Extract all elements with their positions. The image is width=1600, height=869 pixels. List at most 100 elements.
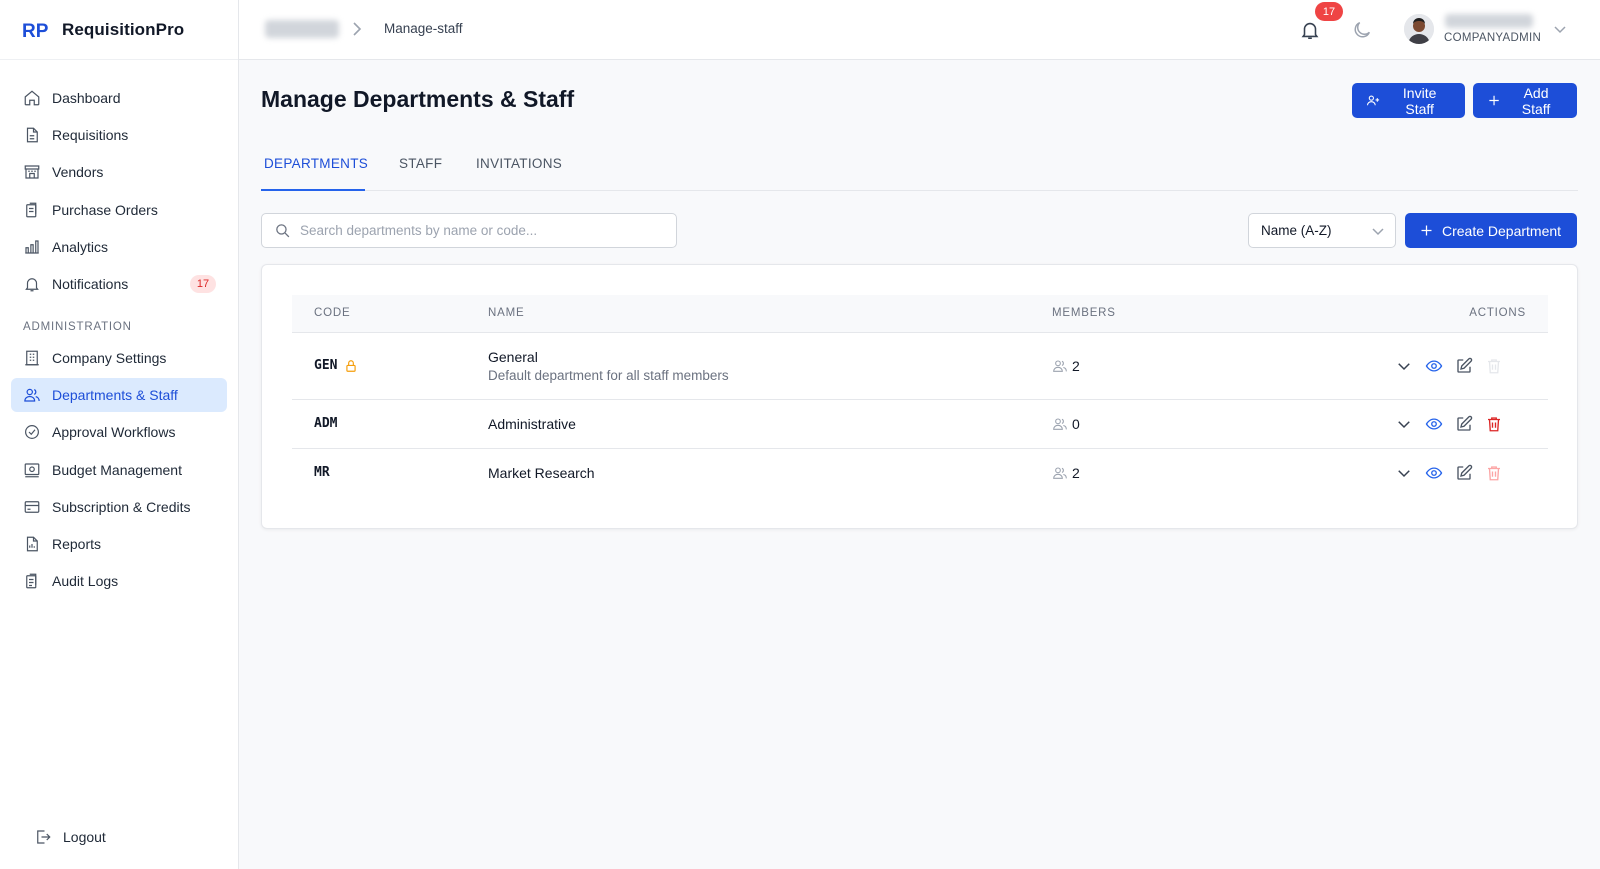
brand[interactable]: RP RequisitionPro — [0, 0, 238, 60]
sidebar-item-label: Dashboard — [52, 90, 121, 106]
sidebar-item-label: Audit Logs — [52, 573, 119, 590]
sidebar-item-label: Vendors — [52, 164, 104, 181]
edit-icon[interactable] — [1455, 357, 1473, 375]
add-staff-label: Add Staff — [1521, 84, 1551, 117]
sidebar-item-label: Reports — [52, 535, 102, 552]
building-icon — [23, 349, 41, 367]
expand-chevron-down-icon[interactable] — [1395, 464, 1413, 482]
delete-trash-icon[interactable] — [1485, 357, 1503, 375]
create-department-button[interactable]: Create Department — [1405, 213, 1577, 248]
search-field[interactable] — [261, 213, 677, 248]
credit-card-icon — [23, 498, 41, 516]
logout-button[interactable]: Logout — [22, 820, 106, 854]
topbar: Manage-staff 17 COMPANYADMIN — [239, 0, 1600, 60]
workflow-icon — [23, 423, 41, 441]
moon-icon[interactable] — [1351, 19, 1373, 41]
sidebar-item-approval-workflows[interactable]: Approval Workflows — [11, 415, 227, 449]
breadcrumb-parent-redacted[interactable] — [265, 20, 339, 38]
sidebar-item-analytics[interactable]: Analytics — [11, 230, 227, 264]
delete-trash-icon[interactable] — [1485, 464, 1503, 482]
users-icon — [23, 386, 41, 404]
bell-icon — [23, 275, 41, 293]
sidebar-item-reports[interactable]: Reports — [11, 527, 227, 561]
administration-section-label: ADMINISTRATION — [23, 320, 132, 333]
invite-staff-button[interactable]: Invite Staff — [1352, 83, 1465, 118]
expand-chevron-down-icon[interactable] — [1395, 357, 1413, 375]
users-icon — [1052, 416, 1068, 432]
notification-count-badge: 17 — [1315, 2, 1343, 21]
chevron-down-icon[interactable] — [1553, 22, 1567, 36]
tab-staff[interactable]: STAFF — [399, 156, 442, 171]
view-eye-icon[interactable] — [1425, 357, 1443, 375]
document-icon — [23, 126, 41, 144]
notifications-bell-icon[interactable] — [1299, 19, 1321, 41]
sidebar-item-subscription-credits[interactable]: Subscription & Credits — [11, 490, 227, 524]
app-name: RequisitionPro — [62, 19, 185, 39]
sidebar-item-vendors[interactable]: Vendors — [11, 155, 227, 189]
users-icon — [1052, 465, 1068, 481]
department-code: ADM — [314, 416, 338, 431]
column-header-name: NAME — [488, 307, 525, 319]
main-nav: Dashboard Requisitions Vendors Purchase … — [0, 60, 238, 598]
tab-bar: DEPARTMENTS STAFF INVITATIONS — [261, 140, 1578, 191]
table-row: MR Market Research 2 — [292, 449, 1548, 498]
sidebar-item-label: Budget Management — [52, 461, 182, 478]
department-code: MR — [314, 465, 330, 480]
members-count: 2 — [1072, 358, 1080, 374]
delete-trash-icon[interactable] — [1485, 415, 1503, 433]
search-icon — [274, 222, 291, 239]
edit-icon[interactable] — [1455, 415, 1473, 433]
department-members: 2 — [1052, 465, 1080, 481]
view-eye-icon[interactable] — [1425, 464, 1443, 482]
tab-departments[interactable]: DEPARTMENTS — [264, 156, 368, 171]
sort-select[interactable]: Name (A-Z) — [1248, 213, 1396, 248]
create-department-label: Create Department — [1442, 222, 1562, 239]
sidebar-item-label: Analytics — [52, 238, 109, 255]
add-staff-button[interactable]: Add Staff — [1473, 83, 1577, 118]
clipboard-icon — [23, 201, 41, 219]
department-name: Administrative — [488, 416, 576, 432]
breadcrumb-current: Manage-staff — [384, 21, 463, 36]
column-header-members: MEMBERS — [1052, 307, 1116, 319]
user-name-redacted — [1445, 14, 1533, 28]
sidebar-item-audit-logs[interactable]: Audit Logs — [11, 564, 227, 598]
sidebar-item-label: Subscription & Credits — [52, 498, 191, 515]
search-input[interactable] — [300, 223, 660, 238]
members-count: 0 — [1072, 416, 1080, 432]
members-count: 2 — [1072, 465, 1080, 481]
sidebar-item-budget-management[interactable]: Budget Management — [11, 453, 227, 487]
sidebar: RP RequisitionPro Dashboard Requisitions… — [0, 0, 239, 869]
department-description: Default department for all staff members — [488, 368, 729, 383]
sidebar-item-notifications[interactable]: Notifications 17 — [11, 267, 227, 301]
department-name: Market Research — [488, 465, 595, 481]
department-code: GEN — [314, 358, 338, 373]
sidebar-item-requisitions[interactable]: Requisitions — [11, 118, 227, 152]
users-icon — [1052, 358, 1068, 374]
logout-label: Logout — [63, 829, 106, 845]
avatar[interactable] — [1404, 14, 1434, 44]
user-plus-icon — [1366, 93, 1380, 108]
plus-icon — [1419, 223, 1434, 238]
sidebar-item-purchase-orders[interactable]: Purchase Orders — [11, 193, 227, 227]
lock-icon — [344, 359, 358, 373]
sidebar-item-label: Notifications — [52, 275, 129, 292]
expand-chevron-down-icon[interactable] — [1395, 415, 1413, 433]
sidebar-item-dashboard[interactable]: Dashboard — [11, 81, 227, 115]
svg-text:RP: RP — [22, 21, 49, 41]
sidebar-item-departments-staff[interactable]: Departments & Staff — [11, 378, 227, 413]
view-eye-icon[interactable] — [1425, 415, 1443, 433]
column-header-code: CODE — [314, 307, 351, 319]
bar-chart-icon — [23, 238, 41, 256]
sidebar-item-label: Purchase Orders — [52, 201, 158, 218]
chevron-right-icon — [350, 20, 364, 38]
logout-icon — [34, 828, 52, 846]
sidebar-item-label: Company Settings — [52, 349, 167, 366]
sidebar-item-company-settings[interactable]: Company Settings — [11, 341, 227, 375]
tab-invitations[interactable]: INVITATIONS — [476, 156, 562, 171]
sidebar-item-label: Requisitions — [52, 127, 129, 144]
report-icon — [23, 535, 41, 553]
active-tab-indicator — [261, 189, 365, 191]
audit-icon — [23, 572, 41, 590]
store-icon — [23, 163, 41, 181]
edit-icon[interactable] — [1455, 464, 1473, 482]
